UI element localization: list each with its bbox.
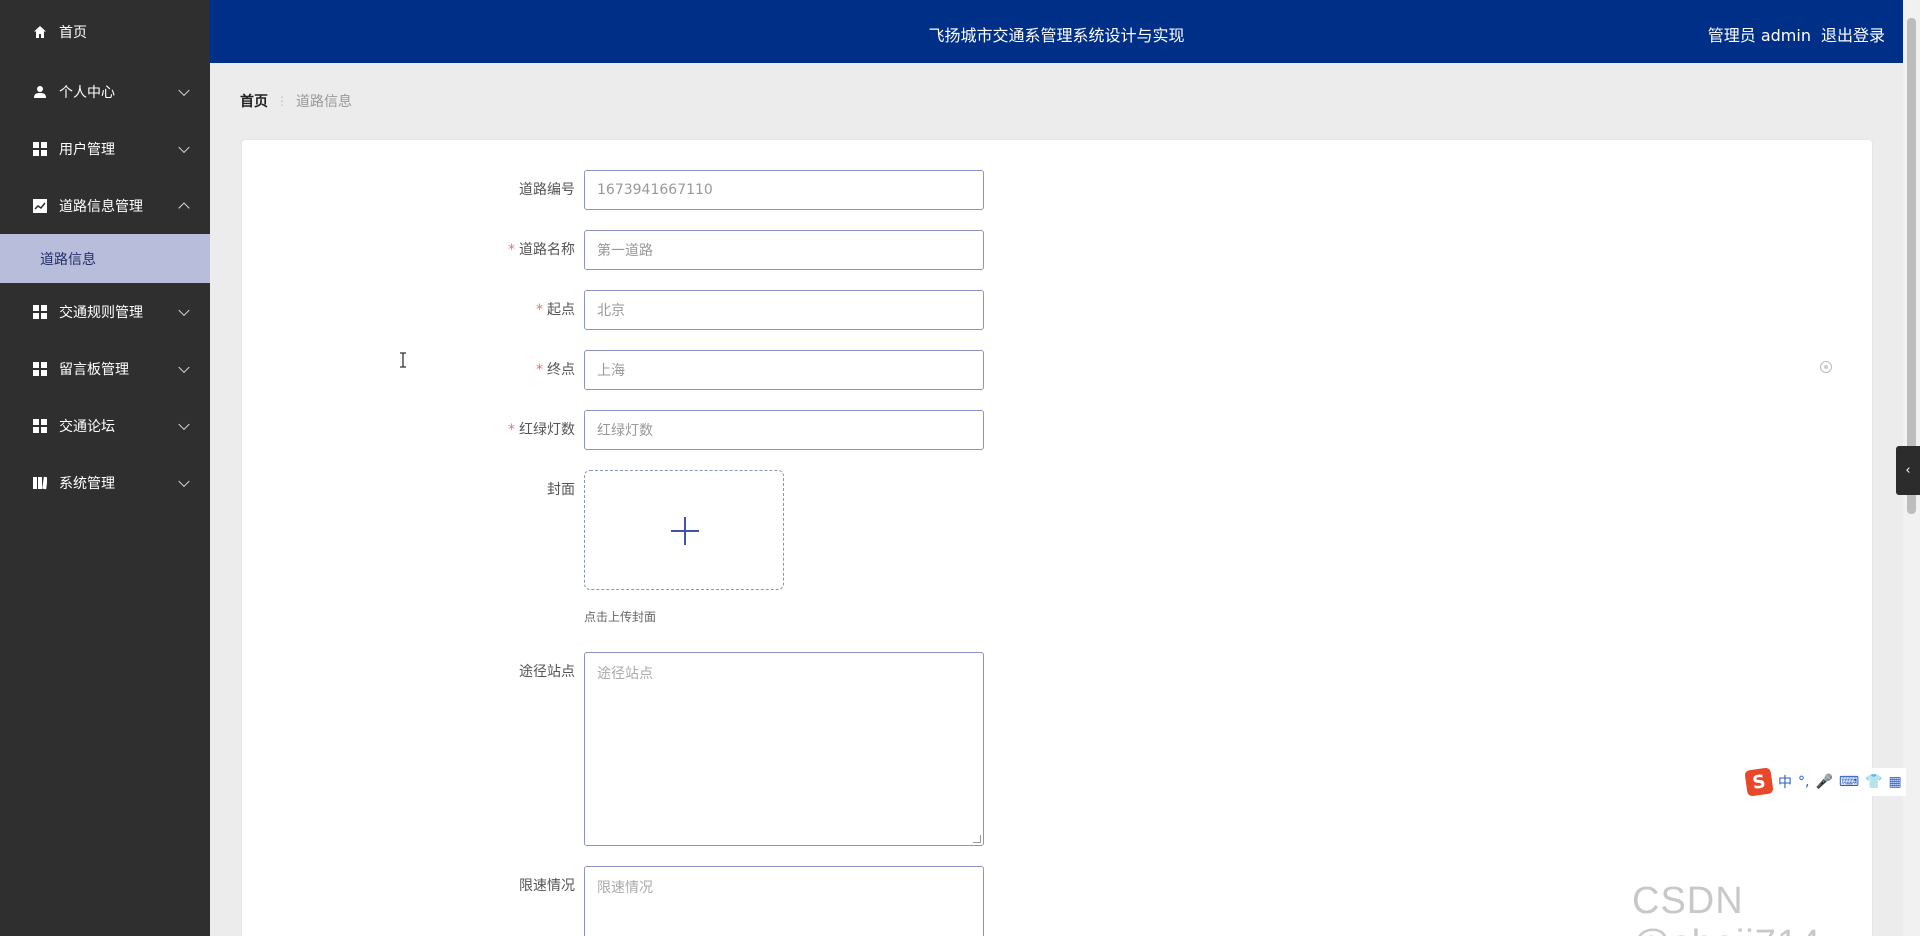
chevron-down-icon — [178, 361, 190, 373]
collapse-panel-button[interactable]: ‹ — [1896, 446, 1920, 495]
sidebar-item-message-board[interactable]: 留言板管理 — [0, 340, 210, 397]
watermark: CSDN @sheji714 — [1632, 880, 1820, 936]
sidebar-item-home[interactable]: 首页 — [0, 0, 210, 63]
chevron-down-icon — [178, 84, 190, 96]
sidebar-item-label: 道路信息管理 — [59, 198, 143, 215]
form-row-speed: 限速情况 限速情况 — [242, 866, 984, 936]
ime-microphone-icon[interactable]: 🎤 — [1815, 774, 1832, 790]
ime-chinese-toggle[interactable]: 中 — [1778, 772, 1792, 792]
app-title: 飞扬城市交通系管理系统设计与实现 — [928, 26, 1185, 45]
scrollbar-thumb[interactable] — [1907, 18, 1916, 514]
form-row-road-no: 道路编号 1673941667110 — [242, 170, 984, 210]
sidebar-item-traffic-forum[interactable]: 交通论坛 — [0, 397, 210, 454]
sidebar-item-road-info-management[interactable]: 道路信息管理 — [0, 177, 210, 234]
road-name-label: * 道路名称 — [508, 242, 575, 258]
required-mark: * — [536, 362, 543, 378]
speed-textarea[interactable]: 限速情况 — [584, 866, 984, 936]
stations-textarea[interactable]: 途径站点 — [584, 652, 984, 846]
end-label: * 终点 — [536, 362, 575, 378]
stations-label: 途径站点 — [519, 664, 575, 680]
user-role-label: 管理员 admin — [1707, 26, 1811, 45]
sidebar-item-label: 留言板管理 — [59, 361, 129, 378]
road-name-input[interactable]: 第一道路 — [584, 230, 984, 270]
grid-icon — [32, 418, 48, 434]
sidebar-item-user-management[interactable]: 用户管理 — [0, 120, 210, 177]
sidebar-item-label: 个人中心 — [59, 84, 115, 101]
start-input[interactable]: 北京 — [584, 290, 984, 330]
chevron-down-icon — [178, 475, 190, 487]
cover-upload-button[interactable] — [584, 470, 784, 590]
form-row-end: * 终点 上海 — [242, 350, 984, 390]
sidebar-item-label: 交通规则管理 — [59, 304, 143, 321]
grid-icon — [32, 141, 48, 157]
chevron-down-icon — [178, 304, 190, 316]
chevron-down-icon — [178, 141, 190, 153]
sidebar-item-system-management[interactable]: 系统管理 — [0, 454, 210, 511]
breadcrumb: 首页 ⋮ 道路信息 — [240, 91, 352, 111]
sidebar-item-label: 交通论坛 — [59, 418, 115, 435]
resize-grip-icon[interactable] — [973, 835, 981, 843]
sidebar-item-personal-center[interactable]: 个人中心 — [0, 63, 210, 120]
breadcrumb-current: 道路信息 — [296, 94, 352, 110]
sogou-logo-icon[interactable]: S — [1744, 767, 1774, 797]
ime-tools-icon[interactable]: ▦ — [1889, 774, 1902, 790]
start-label: * 起点 — [536, 302, 575, 318]
ime-punctuation-icon[interactable]: °, — [1798, 774, 1809, 790]
form-row-start: * 起点 北京 — [242, 290, 984, 330]
ime-skin-icon[interactable]: 👕 — [1865, 774, 1882, 790]
lights-input[interactable]: 红绿灯数 — [584, 410, 984, 450]
top-header: 飞扬城市交通系管理系统设计与实现 管理员 admin 退出登录 — [210, 0, 1903, 63]
speed-label: 限速情况 — [519, 878, 575, 894]
text-cursor-icon — [398, 352, 408, 372]
grid-icon — [32, 304, 48, 320]
form-row-cover: 封面 点击上传封面 — [242, 470, 784, 625]
sidebar-item-traffic-rules[interactable]: 交通规则管理 — [0, 283, 210, 340]
lights-label: * 红绿灯数 — [508, 422, 575, 438]
chart-icon — [32, 198, 48, 214]
cover-label: 封面 — [547, 482, 575, 498]
sidebar-item-label: 系统管理 — [59, 475, 115, 492]
breadcrumb-separator: ⋮ — [276, 94, 288, 108]
sidebar-item-label: 用户管理 — [59, 141, 115, 158]
breadcrumb-home[interactable]: 首页 — [240, 91, 268, 111]
book-icon — [32, 475, 48, 491]
home-icon — [32, 24, 48, 40]
end-input[interactable]: 上海 — [584, 350, 984, 390]
ime-toolbar: S 中 °, 🎤 ⌨ 👕 ▦ — [1742, 767, 1906, 797]
road-no-field[interactable]: 1673941667110 — [584, 170, 984, 210]
form-card: 道路编号 1673941667110 * 道路名称 第一道路 * 起点 北京 * 终点… — [241, 139, 1873, 936]
user-icon — [32, 84, 48, 100]
form-row-stations: 途径站点 途径站点 — [242, 652, 984, 846]
sidebar: 首页 个人中心 用户管理 道路信息管理 道路信息 交通规则管理 留言板管理 交通… — [0, 0, 210, 936]
upload-tip: 点击上传封面 — [584, 610, 657, 624]
sidebar-subitem-road-info[interactable]: 道路信息 — [0, 234, 210, 283]
sidebar-item-label: 首页 — [59, 24, 87, 41]
grid-icon — [32, 361, 48, 377]
required-mark: * — [508, 242, 515, 258]
chevron-down-icon — [178, 418, 190, 430]
required-mark: * — [536, 302, 543, 318]
circle-icon — [1820, 361, 1832, 373]
ime-keyboard-icon[interactable]: ⌨ — [1839, 774, 1859, 790]
road-no-label: 道路编号 — [519, 182, 575, 198]
sidebar-subitem-label: 道路信息 — [40, 251, 96, 268]
user-area: 管理员 admin 退出登录 — [1708, 22, 1885, 46]
form-row-lights: * 红绿灯数 红绿灯数 — [242, 410, 984, 450]
required-mark: * — [508, 422, 515, 438]
form-row-road-name: * 道路名称 第一道路 — [242, 230, 984, 270]
chevron-up-icon — [178, 201, 190, 214]
logout-link[interactable]: 退出登录 — [1821, 22, 1885, 46]
